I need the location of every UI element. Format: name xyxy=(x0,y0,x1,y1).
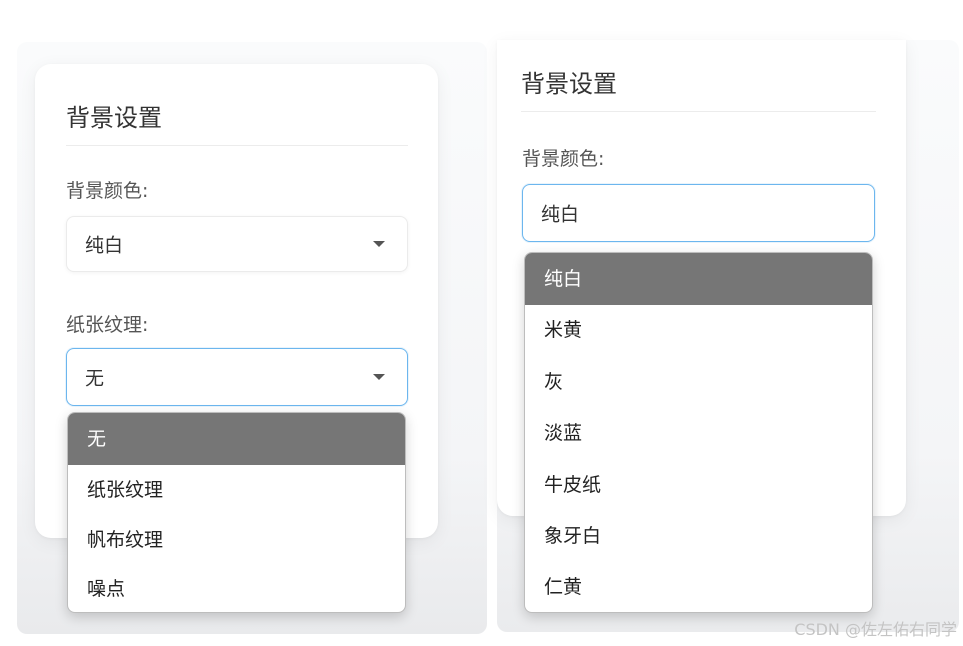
texture-option-none[interactable]: 无 xyxy=(68,413,405,465)
right-bg-color-value: 纯白 xyxy=(541,203,580,226)
right-card-title: 背景设置 xyxy=(521,70,617,98)
color-option-beige[interactable]: 米黄 xyxy=(525,305,872,356)
color-option-gray[interactable]: 灰 xyxy=(525,356,872,408)
right-title-divider xyxy=(521,111,876,112)
color-option-pure-white[interactable]: 纯白 xyxy=(525,253,872,305)
color-option-light-blue[interactable]: 淡蓝 xyxy=(525,408,872,459)
left-texture-label: 纸张纹理: xyxy=(66,314,149,336)
left-texture-dropdown: 无 纸张纹理 帆布纹理 噪点 xyxy=(67,412,406,613)
right-bg-color-dropdown: 纯白 米黄 灰 淡蓝 牛皮纸 象牙白 仁黄 xyxy=(524,252,873,613)
color-option-ivory[interactable]: 象牙白 xyxy=(525,511,872,562)
left-texture-select[interactable]: 无 xyxy=(66,348,408,406)
caret-down-icon xyxy=(373,374,385,380)
left-bg-color-label: 背景颜色: xyxy=(66,180,149,202)
right-bg-color-select[interactable]: 纯白 xyxy=(522,184,875,242)
left-card-title: 背景设置 xyxy=(66,104,162,132)
color-option-almond-yellow[interactable]: 仁黄 xyxy=(525,562,872,612)
right-bg-color-label: 背景颜色: xyxy=(522,148,605,170)
texture-option-noise[interactable]: 噪点 xyxy=(68,565,405,612)
left-bg-color-select[interactable]: 纯白 xyxy=(66,216,408,272)
color-option-kraft-paper[interactable]: 牛皮纸 xyxy=(525,459,872,511)
left-bg-color-value: 纯白 xyxy=(85,234,124,257)
texture-option-paper[interactable]: 纸张纹理 xyxy=(68,465,405,515)
caret-down-icon xyxy=(373,241,385,247)
left-texture-value: 无 xyxy=(85,367,105,390)
csdn-watermark: CSDN @佐左佑右同学 xyxy=(794,620,957,639)
texture-option-canvas[interactable]: 帆布纹理 xyxy=(68,515,405,565)
left-title-divider xyxy=(66,145,408,146)
